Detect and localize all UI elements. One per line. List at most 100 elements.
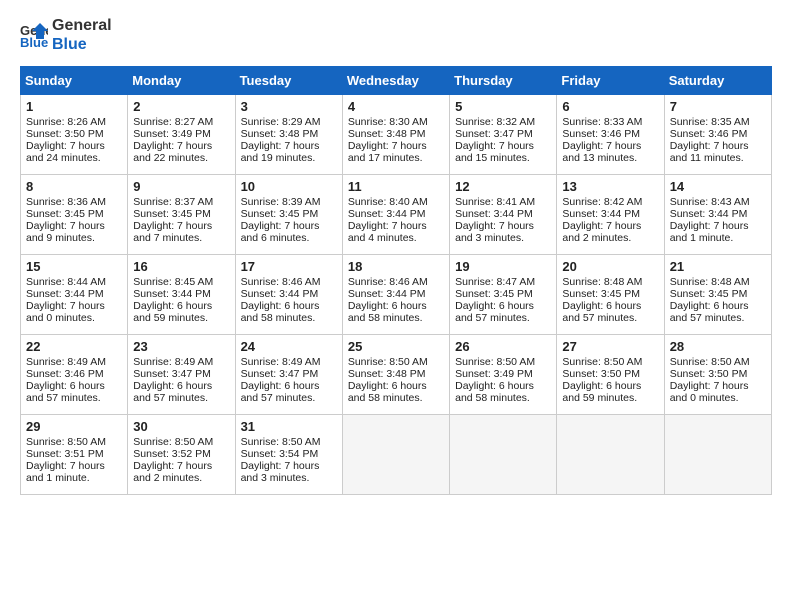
logo-general: General <box>52 16 112 35</box>
daylight-label: Daylight: 6 hours and 57 minutes. <box>241 380 320 404</box>
day-number: 24 <box>241 339 337 354</box>
day-number: 14 <box>670 179 766 194</box>
sunrise-label: Sunrise: 8:50 AM <box>26 436 106 448</box>
week-row-3: 15Sunrise: 8:44 AMSunset: 3:44 PMDayligh… <box>21 255 772 335</box>
day-number: 9 <box>133 179 229 194</box>
sunrise-label: Sunrise: 8:43 AM <box>670 196 750 208</box>
day-number: 13 <box>562 179 658 194</box>
sunset-label: Sunset: 3:44 PM <box>562 208 640 220</box>
day-number: 26 <box>455 339 551 354</box>
sunset-label: Sunset: 3:49 PM <box>455 368 533 380</box>
sunset-label: Sunset: 3:48 PM <box>241 128 319 140</box>
sunset-label: Sunset: 3:44 PM <box>670 208 748 220</box>
sunset-label: Sunset: 3:45 PM <box>670 288 748 300</box>
day-number: 1 <box>26 99 122 114</box>
daylight-label: Daylight: 7 hours and 3 minutes. <box>455 220 534 244</box>
sunset-label: Sunset: 3:45 PM <box>455 288 533 300</box>
day-header-sunday: Sunday <box>21 67 128 95</box>
day-number: 15 <box>26 259 122 274</box>
day-cell-10: 10Sunrise: 8:39 AMSunset: 3:45 PMDayligh… <box>235 175 342 255</box>
sunrise-label: Sunrise: 8:47 AM <box>455 276 535 288</box>
day-cell-13: 13Sunrise: 8:42 AMSunset: 3:44 PMDayligh… <box>557 175 664 255</box>
day-number: 11 <box>348 179 444 194</box>
day-cell-5: 5Sunrise: 8:32 AMSunset: 3:47 PMDaylight… <box>450 95 557 175</box>
sunset-label: Sunset: 3:44 PM <box>133 288 211 300</box>
day-cell-12: 12Sunrise: 8:41 AMSunset: 3:44 PMDayligh… <box>450 175 557 255</box>
daylight-label: Daylight: 7 hours and 11 minutes. <box>670 140 749 164</box>
week-row-1: 1 Sunrise: 8:26 AMSunset: 3:50 PM Daylight… <box>21 95 772 175</box>
sunrise-label: Sunrise: 8:50 AM <box>455 356 535 368</box>
daylight-label: Daylight: 6 hours and 57 minutes. <box>26 380 105 404</box>
sunrise-label: Sunrise: 8:37 AM <box>133 196 213 208</box>
sunset-label: Sunset: 3:50 PM <box>670 368 748 380</box>
empty-cell <box>664 415 771 495</box>
sunset-label: Sunset: 3:50 PM <box>26 128 104 140</box>
daylight-label: Daylight: 6 hours and 58 minutes. <box>348 380 427 404</box>
sunrise-label: Sunrise: 8:35 AM <box>670 116 750 128</box>
day-cell-15: 15Sunrise: 8:44 AMSunset: 3:44 PMDayligh… <box>21 255 128 335</box>
sunrise-label: Sunrise: 8:46 AM <box>241 276 321 288</box>
day-number: 27 <box>562 339 658 354</box>
sunset-label: Sunset: 3:44 PM <box>241 288 319 300</box>
sunset-label: Sunset: 3:47 PM <box>455 128 533 140</box>
day-cell-1: 1Sunrise: 8:26 AMSunset: 3:50 PMDaylight… <box>21 95 128 175</box>
daylight-label: Daylight: 6 hours and 59 minutes. <box>133 300 212 324</box>
sunrise-label: Sunrise: 8:46 AM <box>348 276 428 288</box>
sunset-label: Sunset: 3:44 PM <box>348 208 426 220</box>
day-number: 2 <box>133 99 229 114</box>
day-header-saturday: Saturday <box>664 67 771 95</box>
day-cell-17: 17Sunrise: 8:46 AMSunset: 3:44 PMDayligh… <box>235 255 342 335</box>
daylight-label: Daylight: 7 hours and 0 minutes. <box>670 380 749 404</box>
daylight-label: Daylight: 7 hours and 9 minutes. <box>26 220 105 244</box>
calendar-table: SundayMondayTuesdayWednesdayThursdayFrid… <box>20 66 772 495</box>
day-cell-20: 20 Sunrise: 8:48 AMSunset: 3:45 PMDayligh… <box>557 255 664 335</box>
days-header-row: SundayMondayTuesdayWednesdayThursdayFrid… <box>21 67 772 95</box>
day-cell-3: 3Sunrise: 8:29 AMSunset: 3:48 PMDaylight… <box>235 95 342 175</box>
day-number: 29 <box>26 419 122 434</box>
sunrise-label: Sunrise: 8:41 AM <box>455 196 535 208</box>
sunrise-label: Sunrise: 8:33 AM <box>562 116 642 128</box>
week-row-4: 22Sunrise: 8:49 AMSunset: 3:46 PMDayligh… <box>21 335 772 415</box>
sunrise-label: Sunrise: 8:42 AM <box>562 196 642 208</box>
sunrise-label: Sunrise: 8:49 AM <box>26 356 106 368</box>
sunset-label: Sunset: 3:47 PM <box>133 368 211 380</box>
sunset-label: Sunset: 3:49 PM <box>133 128 211 140</box>
day-number: 16 <box>133 259 229 274</box>
day-number: 6 <box>562 99 658 114</box>
sunset-label: Sunset: 3:45 PM <box>133 208 211 220</box>
daylight-label: Daylight: 6 hours and 57 minutes. <box>133 380 212 404</box>
daylight-label: Daylight: 6 hours and 57 minutes. <box>562 300 641 324</box>
day-cell-7: 7Sunrise: 8:35 AMSunset: 3:46 PMDaylight… <box>664 95 771 175</box>
day-number: 20 <box>562 259 658 274</box>
day-number: 17 <box>241 259 337 274</box>
day-cell-18: 18Sunrise: 8:46 AMSunset: 3:44 PMDayligh… <box>342 255 449 335</box>
daylight-label: Daylight: 7 hours and 3 minutes. <box>241 460 320 484</box>
sunrise-label: Sunrise: 8:39 AM <box>241 196 321 208</box>
sunrise-label: Sunrise: 8:50 AM <box>241 436 321 448</box>
sunset-label: Sunset: 3:45 PM <box>562 288 640 300</box>
sunset-label: Sunset: 3:45 PM <box>26 208 104 220</box>
sunrise-label: Sunrise: 8:45 AM <box>133 276 213 288</box>
sunrise-label: Sunrise: 8:49 AM <box>133 356 213 368</box>
sunrise-label: Sunrise: 8:48 AM <box>562 276 642 288</box>
daylight-label: Daylight: 7 hours and 19 minutes. <box>241 140 320 164</box>
sunrise-label: Sunrise: 8:36 AM <box>26 196 106 208</box>
daylight-label: Daylight: 7 hours and 13 minutes. <box>562 140 641 164</box>
sunset-label: Sunset: 3:44 PM <box>348 288 426 300</box>
daylight-label: Daylight: 7 hours and 6 minutes. <box>241 220 320 244</box>
sunrise-label: Sunrise: 8:26 AM <box>26 116 106 128</box>
day-header-friday: Friday <box>557 67 664 95</box>
day-number: 21 <box>670 259 766 274</box>
daylight-label: Daylight: 7 hours and 1 minute. <box>670 220 749 244</box>
day-number: 18 <box>348 259 444 274</box>
day-cell-16: 16 Sunrise: 8:45 AMSunset: 3:44 PMDayligh… <box>128 255 235 335</box>
sunrise-label: Sunrise: 8:32 AM <box>455 116 535 128</box>
day-number: 8 <box>26 179 122 194</box>
sunset-label: Sunset: 3:54 PM <box>241 448 319 460</box>
day-header-monday: Monday <box>128 67 235 95</box>
daylight-label: Daylight: 7 hours and 15 minutes. <box>455 140 534 164</box>
daylight-label: Daylight: 6 hours and 57 minutes. <box>455 300 534 324</box>
sunset-label: Sunset: 3:44 PM <box>455 208 533 220</box>
sunrise-label: Sunrise: 8:50 AM <box>670 356 750 368</box>
sunset-label: Sunset: 3:51 PM <box>26 448 104 460</box>
